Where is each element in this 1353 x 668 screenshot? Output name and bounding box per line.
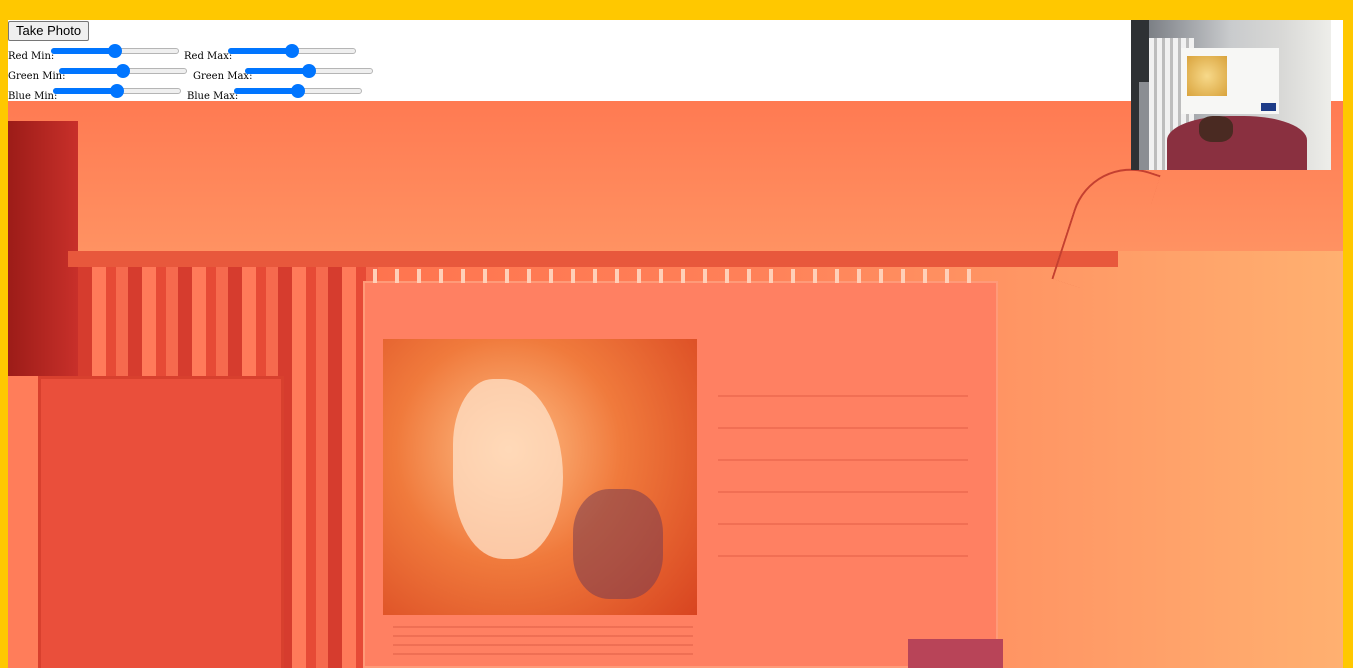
person	[1167, 116, 1307, 170]
illustration-dog	[453, 379, 563, 559]
illustration-child	[573, 489, 663, 599]
calendar-brand-logo	[908, 639, 1003, 668]
red-min-slider[interactable]	[51, 44, 179, 58]
calendar-date-grid	[718, 373, 968, 573]
green-max-slider[interactable]	[245, 64, 373, 78]
green-min-slider[interactable]	[59, 64, 187, 78]
held-calendar	[1181, 48, 1279, 114]
red-max-slider[interactable]	[228, 44, 356, 58]
cabinet-door	[38, 376, 284, 668]
shelf	[68, 251, 1118, 267]
calendar-illustration	[383, 339, 697, 615]
calendar-spiral	[373, 269, 983, 283]
take-photo-button[interactable]: Take Photo	[8, 21, 90, 41]
desk-calendar-image	[363, 269, 1003, 668]
red-min-label: Red Min:	[8, 51, 55, 62]
blue-max-slider[interactable]	[234, 84, 362, 98]
calendar-caption	[393, 626, 693, 656]
green-min-label: Green Min:	[8, 71, 66, 82]
filtered-camera-canvas	[8, 101, 1343, 668]
blue-min-slider[interactable]	[53, 84, 181, 98]
red-max-label: Red Max:	[184, 51, 233, 62]
webcam-preview-thumbnail	[1131, 20, 1331, 170]
green-max-label: Green Max:	[193, 71, 253, 82]
